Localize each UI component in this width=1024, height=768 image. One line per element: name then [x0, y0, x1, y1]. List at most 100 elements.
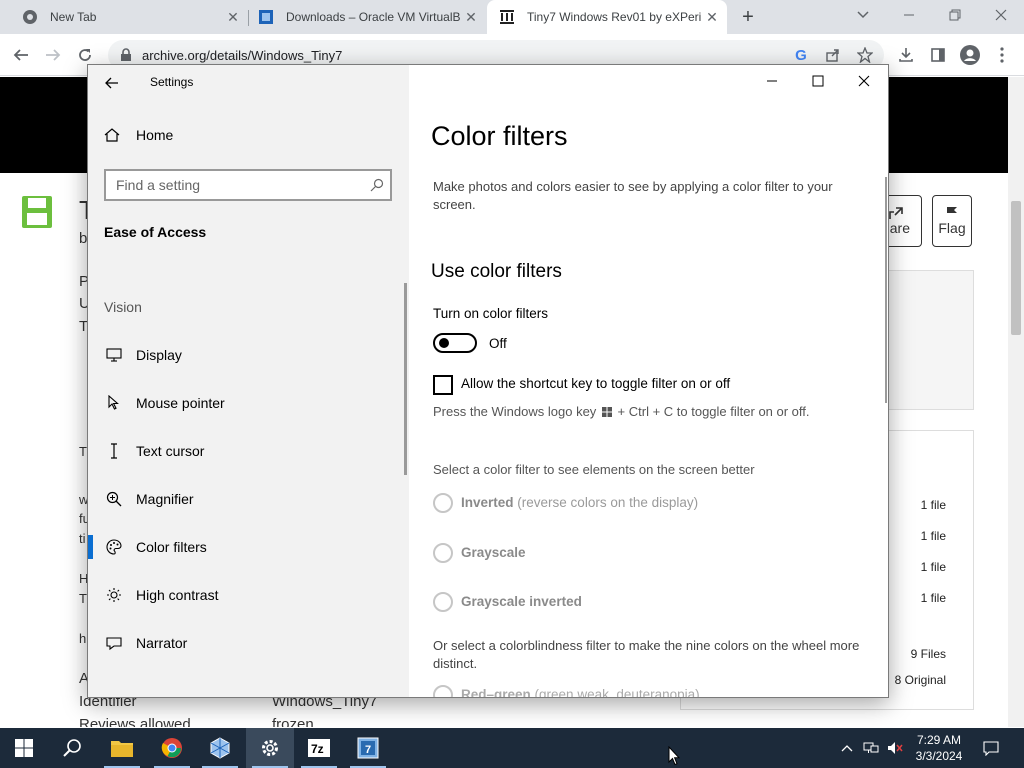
- color-filters-toggle[interactable]: [433, 333, 477, 353]
- radio-inverted[interactable]: [433, 493, 453, 513]
- tab-search-icon[interactable]: [840, 0, 886, 30]
- hint-text-post: + Ctrl + C to toggle filter on or off.: [617, 404, 810, 419]
- close-icon[interactable]: [841, 65, 887, 97]
- minimize-icon[interactable]: [749, 65, 795, 97]
- file-count[interactable]: 1 file: [921, 498, 946, 512]
- volume-muted-icon[interactable]: [884, 728, 906, 768]
- mouse-cursor-icon: [668, 745, 681, 768]
- network-icon[interactable]: [860, 728, 882, 768]
- search-icon[interactable]: [48, 728, 96, 768]
- section-heading: Ease of Access: [104, 224, 207, 240]
- download-icon[interactable]: [893, 42, 919, 68]
- nav-item-magnifier[interactable]: Magnifier: [88, 475, 409, 523]
- home-icon: [104, 127, 120, 143]
- files-total[interactable]: 9 Files: [911, 647, 946, 661]
- file-explorer-icon[interactable]: [98, 728, 146, 768]
- filter-name: Grayscale: [461, 545, 526, 560]
- filter-label-red-green[interactable]: Red–green (green weak, deuteranopia): [461, 687, 700, 698]
- flag-button[interactable]: Flag: [932, 195, 972, 247]
- colorblind-description: Or select a colorblindness filter to mak…: [433, 638, 860, 671]
- nav-item-mouse-pointer[interactable]: Mouse pointer: [88, 379, 409, 427]
- search-icon[interactable]: [364, 178, 390, 192]
- radio-grayscale-inverted[interactable]: [433, 592, 453, 612]
- page-scrollbar[interactable]: [1008, 77, 1024, 727]
- chrome-icon[interactable]: [148, 728, 196, 768]
- tiny7-installer-icon[interactable]: 7: [344, 728, 392, 768]
- radio-red-green[interactable]: [433, 685, 453, 697]
- system-clock[interactable]: 7:29 AM 3/3/2024: [904, 732, 974, 764]
- group-heading: Vision: [104, 299, 142, 315]
- home-label: Home: [136, 127, 174, 143]
- clock-time: 7:29 AM: [916, 733, 962, 747]
- close-tab-icon[interactable]: ✕: [460, 6, 482, 28]
- home-nav-item[interactable]: Home: [104, 127, 173, 143]
- nav-item-label: Display: [136, 347, 182, 363]
- file-count[interactable]: 1 file: [921, 529, 946, 543]
- settings-gear-icon[interactable]: [246, 728, 294, 768]
- clock-date: 3/3/2024: [915, 749, 963, 763]
- back-arrow-icon[interactable]: [102, 73, 122, 93]
- content-scrollbar[interactable]: [885, 177, 887, 403]
- filter-name: Inverted: [461, 495, 514, 510]
- chevron-up-icon[interactable]: [838, 728, 856, 768]
- file-count[interactable]: 1 file: [921, 591, 946, 605]
- filter-label-inverted[interactable]: Inverted (reverse colors on the display): [461, 495, 698, 510]
- back-arrow-icon[interactable]: [8, 42, 34, 68]
- text-cursor-icon: [104, 441, 124, 461]
- page-title: Color filters: [431, 121, 568, 151]
- settings-nav-pane: Settings Home Find a setting Ease of Acc…: [88, 65, 409, 697]
- radio-grayscale[interactable]: [433, 543, 453, 563]
- side-panel-icon[interactable]: [925, 42, 951, 68]
- tab-virtualbox-downloads[interactable]: Downloads – Oracle VM VirtualBox ✕: [248, 0, 486, 34]
- nav-item-label: Narrator: [136, 635, 188, 651]
- select-filter-label: Select a color filter to see elements on…: [433, 462, 755, 477]
- nav-item-narrator[interactable]: Narrator: [88, 619, 409, 667]
- meta-key: Reviews allowed: [79, 716, 191, 727]
- bg-letter: T: [79, 444, 87, 459]
- start-icon[interactable]: [0, 728, 48, 768]
- file-count[interactable]: 1 file: [921, 560, 946, 574]
- tab-title: New Tab: [50, 10, 97, 24]
- tab-tiny7-archive[interactable]: Tiny7 Windows Rev01 by eXPerie ✕: [487, 0, 727, 34]
- nav-item-label: Mouse pointer: [136, 395, 225, 411]
- notifications-icon[interactable]: [978, 728, 1004, 768]
- nav-item-display[interactable]: Display: [88, 331, 409, 379]
- restore-icon[interactable]: [932, 0, 978, 30]
- maximize-icon[interactable]: [795, 65, 841, 97]
- bg-letter: T: [79, 591, 87, 606]
- toggle-state: Off: [489, 336, 507, 351]
- settings-content-pane: Color filters Make photos and colors eas…: [409, 65, 888, 697]
- close-tab-icon[interactable]: ✕: [222, 6, 244, 28]
- page-scrollbar-thumb[interactable]: [1011, 201, 1021, 335]
- chrome-icon: [22, 9, 38, 25]
- filter-label-grayscale[interactable]: Grayscale: [461, 545, 526, 560]
- tab-new-tab[interactable]: New Tab ✕: [0, 0, 248, 34]
- bg-letter: ti: [79, 531, 86, 546]
- nav-scrollbar[interactable]: [404, 283, 407, 475]
- filter-label-grayscale-inverted[interactable]: Grayscale inverted: [461, 594, 582, 609]
- hint-text-pre: Press the Windows logo key: [433, 404, 597, 419]
- close-tab-icon[interactable]: ✕: [701, 6, 723, 28]
- nav-item-high-contrast[interactable]: High contrast: [88, 571, 409, 619]
- shortcut-key-checkbox[interactable]: [433, 375, 453, 395]
- svg-text:7: 7: [365, 744, 371, 756]
- nav-item-text-cursor[interactable]: Text cursor: [88, 427, 409, 475]
- find-setting-input[interactable]: Find a setting: [104, 169, 392, 201]
- minimize-icon[interactable]: [886, 0, 932, 30]
- forward-arrow-icon[interactable]: [40, 42, 66, 68]
- magnifier-icon: [104, 489, 124, 509]
- shortcut-key-label[interactable]: Allow the shortcut key to toggle filter …: [461, 376, 730, 391]
- filter-detail: (green weak, deuteranopia): [534, 687, 700, 698]
- new-tab-button[interactable]: +: [735, 5, 761, 29]
- virtualbox-icon[interactable]: [196, 728, 244, 768]
- nav-item-color-filters[interactable]: Color filters: [88, 523, 409, 571]
- close-window-icon[interactable]: [978, 0, 1024, 30]
- nav-item-label: High contrast: [136, 587, 219, 603]
- floppy-disk-icon: [22, 196, 52, 233]
- url-text: archive.org/details/Windows_Tiny7: [142, 47, 343, 63]
- menu-kebab-icon[interactable]: [989, 42, 1015, 68]
- 7zip-icon[interactable]: 7z: [295, 728, 343, 768]
- original-count[interactable]: 8 Original: [895, 673, 946, 687]
- window-title: Settings: [150, 75, 194, 89]
- profile-avatar-icon[interactable]: [957, 42, 983, 68]
